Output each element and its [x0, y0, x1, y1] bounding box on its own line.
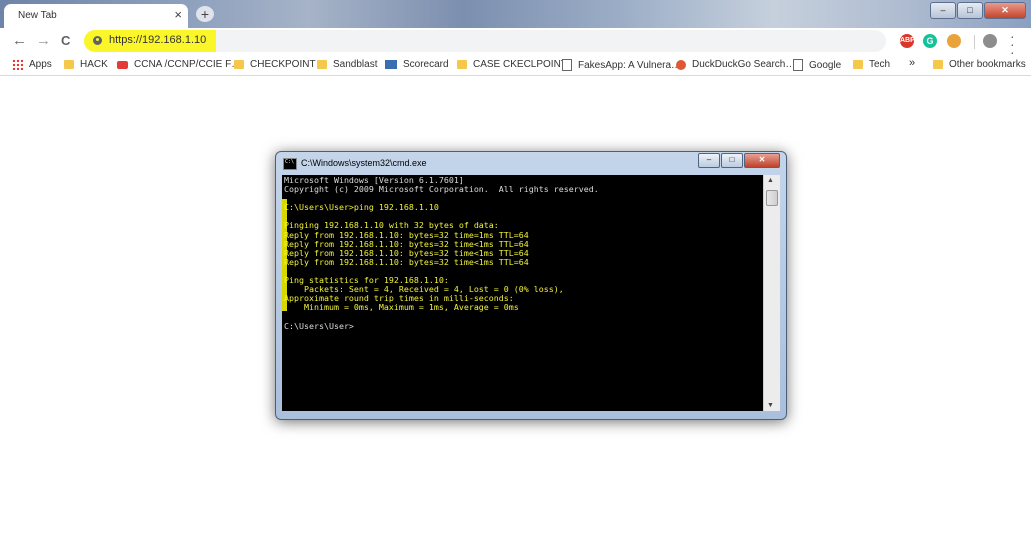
browser-toolbar: ← → C https://192.168.1.10 ABP G · · · — [0, 28, 1031, 59]
bookmark-hack[interactable]: HACK — [64, 59, 108, 70]
maximize-window-button[interactable]: □ — [957, 2, 983, 19]
tab-close-icon[interactable]: × — [174, 7, 182, 22]
console-text: Microsoft Windows [Version 6.1.7601] Cop… — [284, 175, 599, 331]
tab-strip: New Tab × + – □ ✕ — [0, 0, 1031, 28]
console-line: C:\Users\User>ping 192.168.1.10 — [284, 202, 439, 213]
bookmark-ccna[interactable]: CCNA /CCNP/CCIE F… — [117, 59, 241, 70]
bookmark-case-ckeclpoint[interactable]: CASE CKECLPOINT — [457, 59, 567, 70]
folder-icon — [317, 60, 327, 69]
back-button[interactable]: ← — [12, 32, 27, 49]
cmd-window-controls: – □ ✕ — [697, 153, 780, 168]
console-scrollbar[interactable]: ▲ ▼ — [763, 175, 780, 411]
bookmark-apps[interactable]: Apps — [12, 59, 52, 70]
folder-icon — [64, 60, 74, 69]
scroll-thumb[interactable] — [766, 190, 778, 206]
profile-avatar-icon[interactable] — [983, 34, 997, 48]
cmd-window-title: C:\Windows\system32\cmd.exe — [301, 158, 427, 168]
apps-grid-icon — [12, 59, 23, 70]
cmd-app-icon — [283, 158, 297, 170]
scorecard-icon — [385, 60, 397, 69]
site-info-icon[interactable] — [93, 36, 102, 45]
console-line: Reply from 192.168.1.10: bytes=32 time<1… — [284, 256, 529, 267]
cmd-close-button[interactable]: ✕ — [744, 153, 780, 168]
page-icon — [793, 59, 803, 71]
folder-icon — [933, 60, 943, 69]
other-bookmarks[interactable]: Other bookmarks — [933, 59, 1026, 70]
console-line: C:\Users\User> — [284, 320, 354, 331]
cmd-maximize-button[interactable]: □ — [721, 153, 743, 168]
minimize-window-button[interactable]: – — [930, 2, 956, 19]
forward-button[interactable]: → — [36, 32, 51, 49]
folder-icon — [853, 60, 863, 69]
bookmark-tech[interactable]: Tech — [853, 59, 890, 70]
folder-icon — [234, 60, 244, 69]
cmd-minimize-button[interactable]: – — [698, 153, 720, 168]
console-line: Minimum = 0ms, Maximum = 1ms, Average = … — [284, 302, 519, 313]
bookmark-sandblast[interactable]: Sandblast — [317, 59, 377, 70]
bookmark-checkpoint[interactable]: CHECKPOINT — [234, 59, 316, 70]
bookmark-scorecard[interactable]: Scorecard — [385, 59, 449, 70]
scroll-down-icon[interactable]: ▼ — [767, 402, 774, 409]
bookmark-google[interactable]: Google — [793, 59, 841, 71]
console-output[interactable]: Microsoft Windows [Version 6.1.7601] Cop… — [282, 175, 766, 411]
tab-new-tab[interactable]: New Tab × — [4, 4, 188, 28]
bookmark-duckduckgo[interactable]: DuckDuckGo Search… — [676, 59, 795, 70]
duckduckgo-icon — [676, 59, 686, 70]
grammarly-icon[interactable]: G — [923, 34, 937, 48]
bookmarks-overflow-button[interactable]: » — [909, 57, 915, 69]
reload-button[interactable]: C — [61, 33, 70, 48]
scroll-up-icon[interactable]: ▲ — [767, 177, 774, 184]
adblock-plus-icon[interactable]: ABP — [900, 34, 915, 48]
cmd-window[interactable]: C:\Windows\system32\cmd.exe – □ ✕ Micros… — [275, 151, 787, 420]
bookmarks-bar: Apps HACK CCNA /CCNP/CCIE F… CHECKPOINT … — [0, 55, 1031, 76]
chrome-menu-icon[interactable]: · · · — [1010, 29, 1015, 59]
address-bar[interactable]: https://192.168.1.10 — [84, 30, 886, 52]
toolbar-divider — [974, 35, 975, 49]
console-line: Copyright (c) 2009 Microsoft Corporation… — [284, 184, 599, 195]
youtube-icon — [117, 60, 128, 69]
window-controls: – □ ✕ — [929, 2, 1026, 19]
cookie-icon[interactable] — [947, 34, 961, 48]
new-tab-button[interactable]: + — [196, 6, 214, 22]
close-window-button[interactable]: ✕ — [984, 2, 1026, 19]
bookmark-fakesapp[interactable]: FakesApp: A Vulnera… — [562, 59, 681, 71]
tab-title: New Tab — [18, 10, 57, 21]
page-icon — [562, 59, 572, 71]
url-text[interactable]: https://192.168.1.10 — [109, 34, 206, 46]
folder-icon — [457, 60, 467, 69]
